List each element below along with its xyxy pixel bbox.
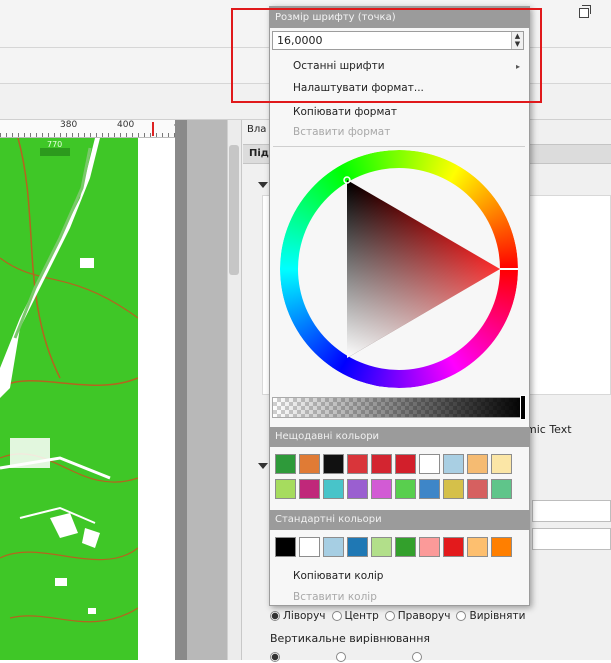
align-left-radio[interactable]: Ліворуч: [270, 610, 326, 622]
collapse-arrow-icon[interactable]: [258, 182, 268, 188]
canvas-background: [187, 120, 227, 660]
menu-item-paste-format: Вставити формат: [293, 126, 391, 138]
align-right-radio[interactable]: Праворуч: [384, 610, 451, 622]
color-swatch[interactable]: [299, 454, 320, 474]
radio-icon: [456, 611, 467, 621]
menu-item-configure-format[interactable]: Налаштувати формат...: [269, 78, 530, 100]
menu-item-paste-color: Вставити колір: [293, 591, 377, 603]
alpha-slider-handle[interactable]: [520, 395, 526, 420]
menu-item-recent-fonts[interactable]: Останні шрифти: [269, 56, 530, 78]
color-swatch[interactable]: [323, 454, 344, 474]
window-restore-icon[interactable]: [579, 5, 591, 18]
color-swatch[interactable]: [467, 454, 488, 474]
panel-input-field[interactable]: [532, 500, 611, 522]
radio-icon[interactable]: [412, 652, 423, 662]
panel-input-field[interactable]: [532, 528, 611, 550]
align-right-label: Праворуч: [397, 610, 451, 622]
vertical-alignment-group: [270, 652, 425, 663]
color-swatch[interactable]: [467, 537, 488, 557]
standard-colors-header: Стандартні кольори: [269, 510, 530, 530]
spin-arrows-icon[interactable]: ▲ ▼: [511, 32, 523, 49]
align-left-label: Ліворуч: [283, 610, 326, 622]
color-swatch[interactable]: [323, 537, 344, 557]
scrollbar-thumb[interactable]: [229, 145, 239, 275]
standard-colors-row: [275, 537, 512, 557]
dynamic-text-button-label[interactable]: mic Text: [526, 423, 572, 436]
color-swatch[interactable]: [371, 537, 392, 557]
color-swatch[interactable]: [347, 454, 368, 474]
recent-colors-header: Нещодавні кольори: [269, 427, 530, 447]
color-swatch[interactable]: [371, 454, 392, 474]
recent-colors-row-1: [275, 454, 512, 474]
color-swatch[interactable]: [347, 537, 368, 557]
ruler-tick-label: 400: [117, 120, 135, 130]
map-canvas[interactable]: 770: [0, 138, 138, 660]
color-swatch[interactable]: [275, 454, 296, 474]
color-swatch[interactable]: [299, 479, 320, 499]
radio-icon[interactable]: [336, 652, 347, 662]
ruler-marker: [152, 122, 154, 136]
align-center-radio[interactable]: Центр: [331, 610, 379, 622]
submenu-arrow-icon: ▸: [516, 62, 521, 71]
canvas-border: [175, 120, 187, 660]
color-swatch[interactable]: [275, 479, 296, 499]
alpha-slider[interactable]: [272, 397, 526, 418]
color-swatch[interactable]: [419, 454, 440, 474]
font-size-spinbox[interactable]: 16,0000: [272, 31, 524, 50]
page-margin: [138, 138, 175, 660]
color-swatch[interactable]: [299, 537, 320, 557]
color-swatch[interactable]: [347, 479, 368, 499]
radio-icon: [331, 611, 342, 621]
color-swatch[interactable]: [371, 479, 392, 499]
horizontal-alignment-group: Ліворуч Центр Праворуч Вирівняти: [270, 610, 525, 622]
menu-item-copy-format[interactable]: Копіювати формат: [269, 102, 530, 124]
recent-colors-row-2: [275, 479, 512, 499]
color-swatch[interactable]: [419, 479, 440, 499]
color-swatch[interactable]: [395, 454, 416, 474]
align-center-label: Центр: [344, 610, 379, 622]
align-justify-label: Вирівняти: [469, 610, 526, 622]
map-rendering: [0, 138, 138, 623]
font-size-header: Розмір шрифту (точка): [269, 6, 530, 28]
align-justify-radio[interactable]: Вирівняти: [456, 610, 525, 622]
radio-selected-icon[interactable]: [270, 652, 280, 662]
color-swatch[interactable]: [395, 537, 416, 557]
color-swatch[interactable]: [467, 479, 488, 499]
menu-separator: [273, 146, 525, 147]
panel-section-label: Під: [249, 148, 269, 159]
color-swatch[interactable]: [395, 479, 416, 499]
radio-icon: [384, 611, 395, 621]
color-wheel-picker[interactable]: [269, 148, 530, 396]
color-wheel: [280, 150, 518, 388]
color-swatch[interactable]: [491, 454, 512, 474]
color-swatch[interactable]: [275, 537, 296, 557]
color-swatch[interactable]: [443, 454, 464, 474]
color-swatch[interactable]: [491, 479, 512, 499]
collapse-arrow-icon[interactable]: [258, 463, 268, 469]
color-swatch[interactable]: [491, 537, 512, 557]
vertical-alignment-label: Вертикальне вирівнювання: [270, 632, 431, 645]
map-label: 770: [47, 140, 63, 149]
panel-title: Вла: [247, 124, 267, 135]
radio-selected-icon: [270, 611, 280, 621]
menu-item-copy-color[interactable]: Копіювати колір: [269, 566, 530, 588]
color-swatch[interactable]: [443, 537, 464, 557]
color-swatch[interactable]: [443, 479, 464, 499]
color-swatch[interactable]: [419, 537, 440, 557]
ruler-tick-label: 380: [60, 120, 78, 130]
color-swatch[interactable]: [323, 479, 344, 499]
